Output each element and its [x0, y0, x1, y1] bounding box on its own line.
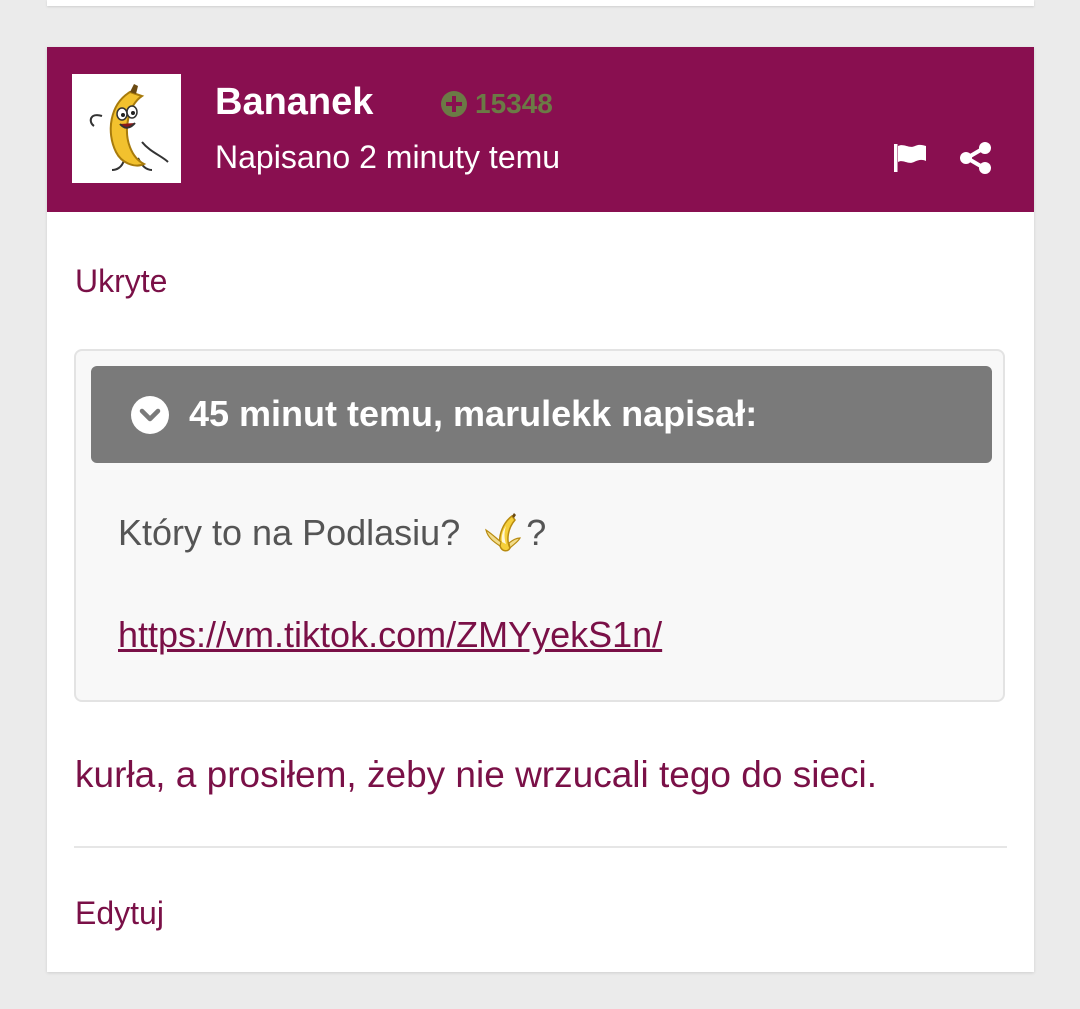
flag-icon [894, 144, 926, 172]
plus-circle-icon [441, 91, 467, 117]
quote-text: Który to na Podlasiu? ? [118, 511, 546, 555]
quote-text-end: ? [526, 512, 547, 553]
edit-link[interactable]: Edytuj [75, 893, 164, 933]
author-name[interactable]: Bananek [215, 79, 373, 125]
tiktok-link[interactable]: https://vm.tiktok.com/ZMYyekS1n/ [118, 613, 662, 657]
reply-text: kurła, a prosiłem, żeby nie wrzucali teg… [75, 754, 878, 795]
quote-header[interactable]: 45 minut temu, marulekk napisał: [91, 366, 992, 463]
share-button[interactable] [958, 141, 994, 175]
quote-text-main: Który to na Podlasiu? [118, 512, 461, 553]
previous-post-card [47, 0, 1034, 6]
banana-avatar-icon [72, 74, 181, 183]
reputation-badge: 15348 [441, 87, 553, 121]
divider [74, 846, 1007, 848]
avatar[interactable] [72, 74, 181, 183]
report-flag-button[interactable] [892, 141, 928, 175]
quote-citation: 45 minut temu, marulekk napisał: [189, 393, 758, 434]
chevron-down-icon[interactable] [131, 396, 169, 434]
share-icon [960, 142, 991, 174]
quote-block: 45 minut temu, marulekk napisał: Który t… [74, 349, 1005, 702]
reputation-count: 15348 [475, 88, 553, 119]
post-timestamp[interactable]: Napisano 2 minuty temu [215, 137, 560, 177]
post-header: Bananek 15348 Napisano 2 minuty temu [47, 47, 1034, 212]
banana-emoji-icon [482, 512, 522, 554]
hidden-status-label: Ukryte [75, 263, 168, 299]
post-card: Bananek 15348 Napisano 2 minuty temu Ukr… [47, 47, 1034, 972]
